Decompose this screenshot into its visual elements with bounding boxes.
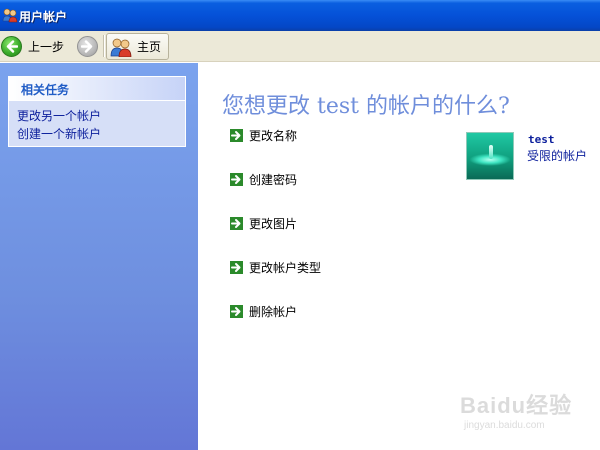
change-name-option[interactable]: 更改名称 [230,127,297,143]
water-drop-icon [489,145,493,159]
create-password-option[interactable]: 创建密码 [230,171,297,187]
back-arrow-icon [1,35,22,57]
window-title: 用户帐户 [19,10,68,24]
user-accounts-icon [2,8,18,23]
home-button-label: 主页 [137,40,162,54]
forward-arrow-icon [76,35,98,57]
green-arrow-icon [230,128,243,142]
toolbar-separator [103,35,104,57]
home-button[interactable]: 主页 [106,33,169,60]
task-pane: 相关任务 更改另一个帐户 创建一个新帐户 [0,63,198,450]
watermark-sub-text: jingyan.baidu.com [464,420,545,431]
forward-button[interactable] [76,34,98,58]
delete-account-option[interactable]: 删除帐户 [230,303,297,319]
related-tasks-panel: 相关任务 更改另一个帐户 创建一个新帐户 [8,76,186,147]
option-label: 更改图片 [249,216,298,231]
green-arrow-icon [230,260,243,274]
user-name: test [528,133,555,146]
back-button-label: 上一步 [28,39,65,54]
back-button[interactable]: 上一步 [1,34,64,58]
title-bar[interactable]: 用户帐户 [0,0,600,31]
user-picture [466,132,514,180]
option-label: 更改帐户类型 [249,260,322,275]
related-tasks-header[interactable]: 相关任务 [9,77,185,101]
option-label: 创建密码 [249,172,298,187]
account-type-label: 受限的帐户 [527,149,588,163]
option-label: 删除帐户 [249,304,298,319]
change-another-account-link[interactable]: 更改另一个帐户 [17,107,101,124]
baidu-watermark: Baidu经验 jingyan.baidu.com [460,382,596,440]
green-arrow-icon [230,216,243,230]
related-tasks-title: 相关任务 [21,83,70,97]
change-account-type-option[interactable]: 更改帐户类型 [230,259,321,275]
option-label: 更改名称 [249,128,298,143]
green-arrow-icon [230,172,243,186]
page-heading: 您想更改 test 的帐户的什么? [222,94,510,119]
watermark-main-text: Baidu经验 [460,393,573,418]
green-arrow-icon [230,304,243,318]
change-picture-option[interactable]: 更改图片 [230,215,297,231]
users-home-icon [110,38,132,57]
toolbar: 上一步 主页 [0,31,600,62]
create-new-account-link[interactable]: 创建一个新帐户 [17,125,101,142]
